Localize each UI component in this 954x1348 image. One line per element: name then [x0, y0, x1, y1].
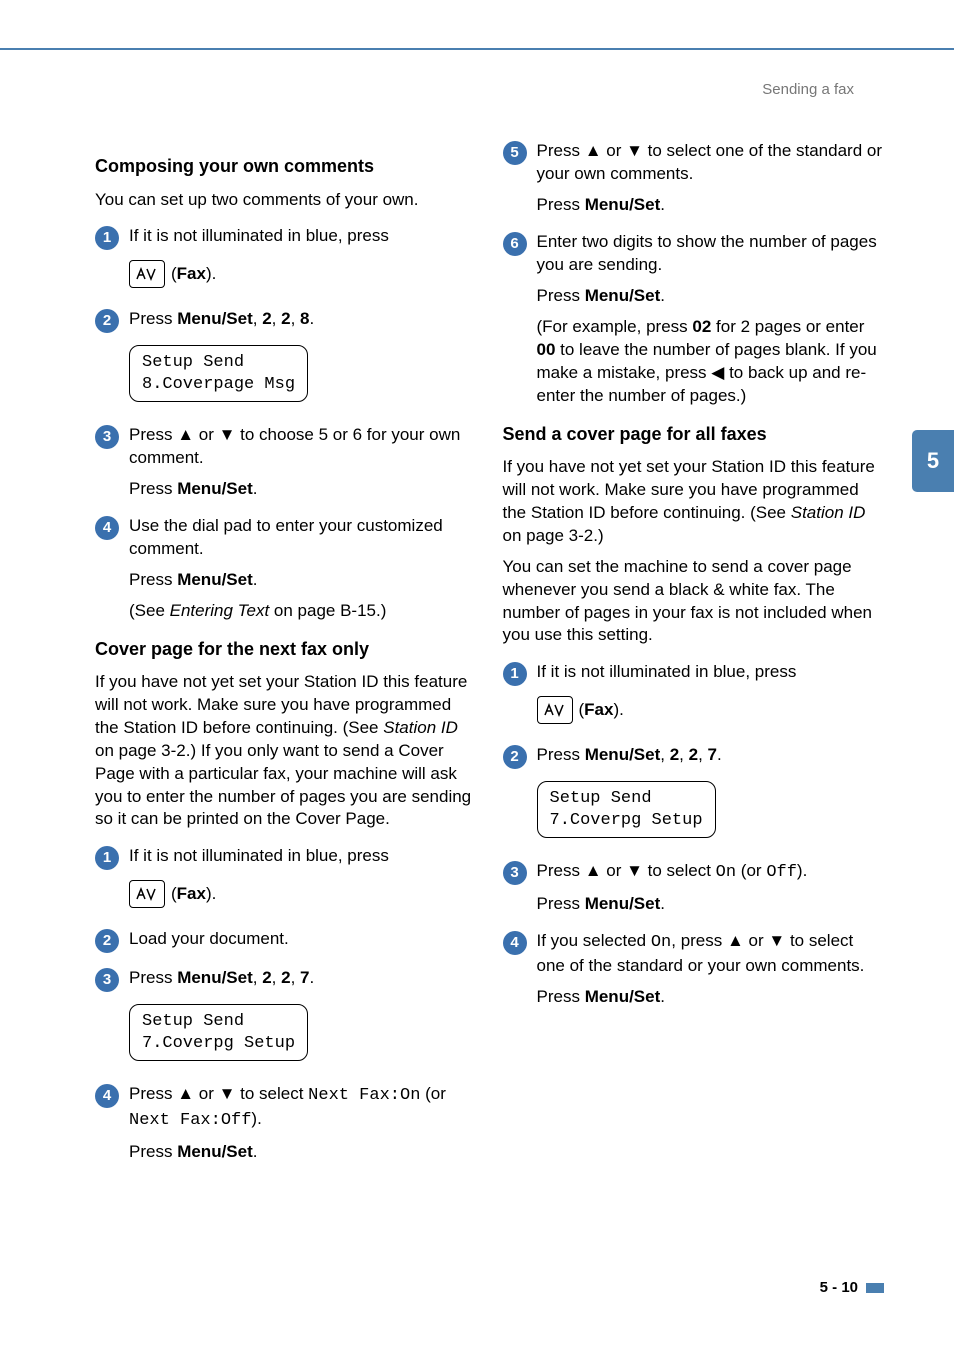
step: 4 Use the dial pad to enter your customi…: [95, 515, 477, 561]
fax-label: (Fax).: [579, 699, 624, 722]
step: 4 Press or to select Next Fax:On (or Nex…: [95, 1083, 477, 1133]
step-text: Press or to select Next Fax:On (or Next …: [129, 1083, 477, 1133]
fax-key: (Fax).: [129, 880, 216, 908]
step-text: If it is not illuminated in blue, press: [129, 225, 477, 248]
step: 1 If it is not illuminated in blue, pres…: [95, 225, 477, 250]
step: 2 Press Menu/Set, 2, 2, 7.: [503, 744, 885, 769]
sub-text: Press Menu/Set.: [129, 478, 477, 501]
step-badge: 1: [503, 662, 527, 686]
step-badge: 3: [95, 968, 119, 992]
step-badge: 2: [95, 929, 119, 953]
step-badge: 3: [95, 425, 119, 449]
fax-key: (Fax).: [129, 260, 216, 288]
arrow-up-icon: [585, 141, 602, 160]
chapter-tab: 5: [912, 430, 954, 492]
step: 6 Enter two digits to show the number of…: [503, 231, 885, 277]
arrow-up-icon: [177, 425, 194, 444]
step: 2 Press Menu/Set, 2, 2, 8.: [95, 308, 477, 333]
fax-icon: [129, 260, 165, 288]
step: 1 If it is not illuminated in blue, pres…: [503, 661, 885, 686]
sub-text: Press Menu/Set.: [537, 893, 885, 916]
columns: Composing your own comments You can set …: [95, 140, 884, 1171]
page: Sending a fax 5 Composing your own comme…: [0, 0, 954, 1348]
step-badge: 3: [503, 861, 527, 885]
text: You can set up two comments of your own.: [95, 189, 477, 212]
arrow-down-icon: [219, 425, 236, 444]
arrow-up-icon: [585, 861, 602, 880]
step: 3 Press or to choose 5 or 6 for your own…: [95, 424, 477, 470]
text: If you have not yet set your Station ID …: [95, 671, 477, 832]
fax-label: (Fax).: [171, 263, 216, 286]
sub-text: (See Entering Text on page B-15.): [129, 600, 477, 623]
arrow-down-icon: [768, 931, 785, 950]
page-marker-icon: [866, 1283, 884, 1293]
step-text: If it is not illuminated in blue, press: [129, 845, 477, 868]
lcd-display: Setup Send 7.Coverpg Setup: [129, 1004, 308, 1061]
sub-text: Press Menu/Set.: [537, 285, 885, 308]
step-badge: 2: [95, 309, 119, 333]
heading-all-faxes: Send a cover page for all faxes: [503, 422, 885, 446]
lcd-display: Setup Send 7.Coverpg Setup: [537, 781, 716, 838]
step-badge: 6: [503, 232, 527, 256]
header-rule: [0, 48, 954, 50]
sub-text: Press Menu/Set.: [537, 986, 885, 1009]
step-text: Press Menu/Set, 2, 2, 7.: [537, 744, 885, 767]
step: 1 If it is not illuminated in blue, pres…: [95, 845, 477, 870]
step: 2 Load your document.: [95, 928, 477, 953]
text: If you have not yet set your Station ID …: [503, 456, 885, 548]
step-badge: 5: [503, 141, 527, 165]
step-badge: 2: [503, 745, 527, 769]
arrow-left-icon: [711, 363, 724, 382]
heading-compose: Composing your own comments: [95, 154, 477, 178]
arrow-down-icon: [219, 1084, 236, 1103]
arrow-down-icon: [626, 861, 643, 880]
step-text: If it is not illuminated in blue, press: [537, 661, 885, 684]
step-badge: 1: [95, 226, 119, 250]
step: 3 Press Menu/Set, 2, 2, 7.: [95, 967, 477, 992]
sub-text: Press Menu/Set.: [537, 194, 885, 217]
step-text: Enter two digits to show the number of p…: [537, 231, 885, 277]
arrow-up-icon: [177, 1084, 194, 1103]
step: 5 Press or to select one of the standard…: [503, 140, 885, 186]
lcd-display: Setup Send 8.Coverpage Msg: [129, 345, 308, 402]
step-badge: 4: [503, 931, 527, 955]
step-text: Use the dial pad to enter your customize…: [129, 515, 477, 561]
heading-next-fax: Cover page for the next fax only: [95, 637, 477, 661]
step-text: Press Menu/Set, 2, 2, 7.: [129, 967, 477, 990]
right-column: 5 Press or to select one of the standard…: [503, 140, 885, 1171]
arrow-up-icon: [727, 931, 744, 950]
fax-icon: [537, 696, 573, 724]
text: You can set the machine to send a cover …: [503, 556, 885, 648]
section-header: Sending a fax: [95, 80, 854, 100]
sub-text: Press Menu/Set.: [129, 569, 477, 592]
step-text: Press or to select On (or Off).: [537, 860, 885, 885]
left-column: Composing your own comments You can set …: [95, 140, 477, 1171]
sub-text: (For example, press 02 for 2 pages or en…: [537, 316, 885, 408]
sub-text: Press Menu/Set.: [129, 1141, 477, 1164]
step-text: Press Menu/Set, 2, 2, 8.: [129, 308, 477, 331]
step: 4 If you selected On, press or to select…: [503, 930, 885, 978]
step-text: If you selected On, press or to select o…: [537, 930, 885, 978]
step-badge: 4: [95, 1084, 119, 1108]
page-number: 5 - 10: [820, 1278, 884, 1298]
step-badge: 4: [95, 516, 119, 540]
step: 3 Press or to select On (or Off).: [503, 860, 885, 885]
fax-icon: [129, 880, 165, 908]
step-text: Press or to select one of the standard o…: [537, 140, 885, 186]
step-badge: 1: [95, 846, 119, 870]
step-text: Press or to choose 5 or 6 for your own c…: [129, 424, 477, 470]
fax-key: (Fax).: [537, 696, 624, 724]
arrow-down-icon: [626, 141, 643, 160]
fax-label: (Fax).: [171, 883, 216, 906]
step-text: Load your document.: [129, 928, 477, 951]
